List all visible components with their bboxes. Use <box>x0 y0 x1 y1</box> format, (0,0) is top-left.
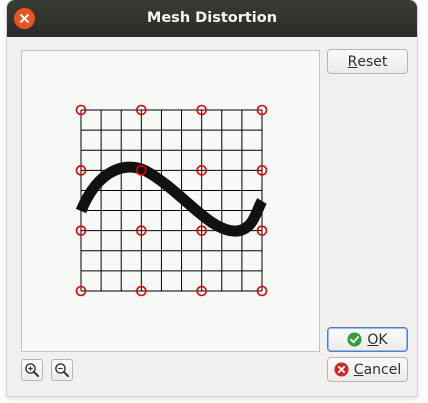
ok-mnemonic: O <box>367 331 379 348</box>
reset-button[interactable]: Reset <box>327 49 408 74</box>
checkmark-icon <box>347 332 362 347</box>
reset-label: eset <box>357 53 388 70</box>
cancel-mnemonic: C <box>353 361 364 378</box>
ok-label: K <box>378 331 388 348</box>
zoom-out-button[interactable] <box>51 359 73 381</box>
zoom-in-icon <box>25 363 39 377</box>
mesh-preview-canvas[interactable] <box>21 50 320 352</box>
zoom-in-button[interactable] <box>21 359 43 381</box>
reset-mnemonic: R <box>347 53 358 70</box>
title-bar: Mesh Distortion <box>7 0 417 37</box>
window-title: Mesh Distortion <box>146 10 278 26</box>
distorted-curve <box>75 161 267 237</box>
zoom-out-icon <box>55 363 69 377</box>
mesh-grid[interactable] <box>22 51 319 351</box>
mesh-distortion-dialog: Mesh Distortion Reset OK Cancel <box>7 0 417 396</box>
cancel-label: ancel <box>363 361 402 378</box>
cancel-button[interactable]: Cancel <box>327 357 408 382</box>
cancel-icon <box>334 362 349 377</box>
ok-button[interactable]: OK <box>327 327 408 352</box>
